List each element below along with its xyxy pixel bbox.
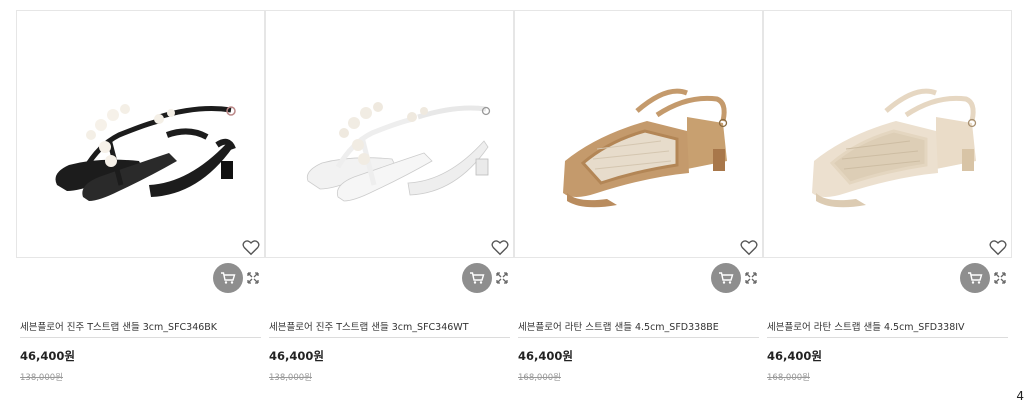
product-image[interactable]	[265, 10, 514, 258]
sale-price: 46,400원	[269, 349, 324, 363]
product-name[interactable]: 세븐플로어 라탄 스트랩 샌들 4.5cm_SFD338BE	[518, 319, 758, 333]
divider	[518, 337, 759, 338]
sale-price: 46,400원	[20, 349, 75, 363]
add-to-cart-button[interactable]	[960, 263, 990, 293]
divider	[767, 337, 1008, 338]
product-image[interactable]	[763, 10, 1012, 258]
cart-icon	[968, 272, 983, 284]
sale-price: 46,400원	[767, 349, 822, 363]
product-name[interactable]: 세븐플로어 진주 T스트랩 샌들 3cm_SFC346BK	[20, 319, 260, 333]
expand-icon[interactable]	[994, 272, 1006, 284]
product-card: 세븐플로어 진주 T스트랩 샌들 3cm_SFC346WT 46,400원 13…	[265, 10, 514, 401]
product-card: 세븐플로어 진주 T스트랩 샌들 3cm_SFC346BK 46,400원 13…	[16, 10, 265, 401]
heart-icon[interactable]	[989, 239, 1007, 256]
cart-icon	[221, 272, 236, 284]
product-image[interactable]	[514, 10, 763, 258]
heart-icon[interactable]	[491, 239, 509, 256]
sandal-image	[55, 104, 236, 201]
cart-icon	[719, 272, 734, 284]
expand-icon[interactable]	[496, 272, 508, 284]
divider	[20, 337, 261, 338]
original-price: 138,000원	[20, 373, 63, 383]
heart-icon[interactable]	[242, 239, 260, 256]
sale-price: 46,400원	[518, 349, 573, 363]
expand-icon[interactable]	[745, 272, 757, 284]
product-image[interactable]	[16, 10, 265, 258]
product-card: 세븐플로어 라탄 스트랩 샌들 4.5cm_SFD338IV 46,400원 1…	[763, 10, 1012, 401]
cart-icon	[470, 272, 485, 284]
sandal-image	[306, 102, 491, 202]
product-card: 세븐플로어 라탄 스트랩 샌들 4.5cm_SFD338BE 46,400원 1…	[514, 10, 763, 401]
sandal-image	[563, 88, 728, 208]
original-price: 168,000원	[767, 373, 810, 383]
sandal-image	[812, 88, 977, 208]
divider	[269, 337, 510, 338]
add-to-cart-button[interactable]	[462, 263, 492, 293]
add-to-cart-button[interactable]	[711, 263, 741, 293]
add-to-cart-button[interactable]	[213, 263, 243, 293]
original-price: 138,000원	[269, 373, 312, 383]
product-grid: 세븐플로어 진주 T스트랩 샌들 3cm_SFC346BK 46,400원 13…	[16, 10, 1012, 401]
product-name[interactable]: 세븐플로어 진주 T스트랩 샌들 3cm_SFC346WT	[269, 319, 509, 333]
expand-icon[interactable]	[247, 272, 259, 284]
product-name[interactable]: 세븐플로어 라탄 스트랩 샌들 4.5cm_SFD338IV	[767, 319, 1007, 333]
original-price: 168,000원	[518, 373, 561, 383]
heart-icon[interactable]	[740, 239, 758, 256]
